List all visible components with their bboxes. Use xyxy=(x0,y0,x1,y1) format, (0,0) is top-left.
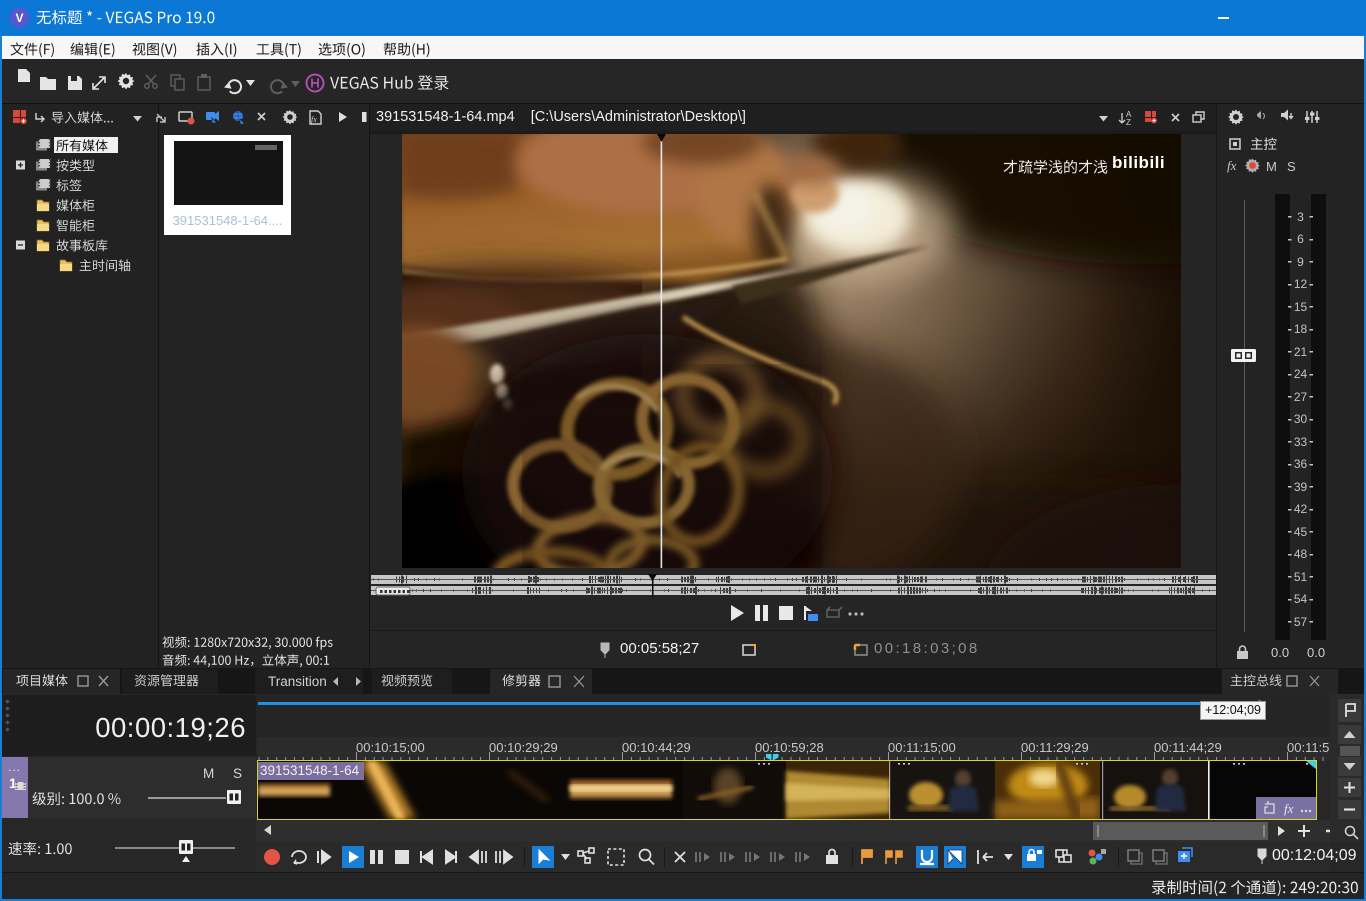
svg-text:51: 51 xyxy=(1294,570,1308,584)
svg-text:fx: fx xyxy=(1284,801,1294,816)
svg-text:00:11:15;00: 00:11:15;00 xyxy=(888,740,956,755)
svg-text:15: 15 xyxy=(1294,300,1308,314)
svg-text:54: 54 xyxy=(1294,592,1308,606)
svg-text:3: 3 xyxy=(1297,210,1304,224)
svg-text:12: 12 xyxy=(1294,277,1308,291)
svg-text:36: 36 xyxy=(1294,457,1308,471)
svg-text:9: 9 xyxy=(1297,255,1304,269)
svg-text:27: 27 xyxy=(1294,390,1308,404)
svg-text:00:10:15;00: 00:10:15;00 xyxy=(356,740,425,755)
svg-text:30: 30 xyxy=(1294,412,1308,426)
svg-text:V: V xyxy=(15,11,23,25)
svg-text:00:11:59;2: 00:11:59;2 xyxy=(1287,740,1330,755)
svg-text:45: 45 xyxy=(1294,525,1308,539)
svg-text:39: 39 xyxy=(1294,480,1308,494)
svg-text:48: 48 xyxy=(1294,547,1308,561)
svg-text:00:10:29;29: 00:10:29;29 xyxy=(489,740,558,755)
svg-text:42: 42 xyxy=(1294,502,1308,516)
svg-text:Z: Z xyxy=(1126,118,1131,127)
svg-text:24: 24 xyxy=(1294,367,1308,381)
svg-text:18: 18 xyxy=(1294,322,1308,336)
svg-text:6: 6 xyxy=(1297,232,1304,246)
svg-text:33: 33 xyxy=(1294,435,1308,449)
svg-text:00:10:59;28: 00:10:59;28 xyxy=(755,740,824,755)
svg-text:fx: fx xyxy=(311,115,317,124)
svg-text:00:11:44;29: 00:11:44;29 xyxy=(1154,740,1222,755)
svg-text:00:10:44;29: 00:10:44;29 xyxy=(622,740,691,755)
svg-text:57: 57 xyxy=(1294,615,1308,629)
svg-text:21: 21 xyxy=(1294,345,1308,359)
svg-text:00:11:29;29: 00:11:29;29 xyxy=(1021,740,1089,755)
